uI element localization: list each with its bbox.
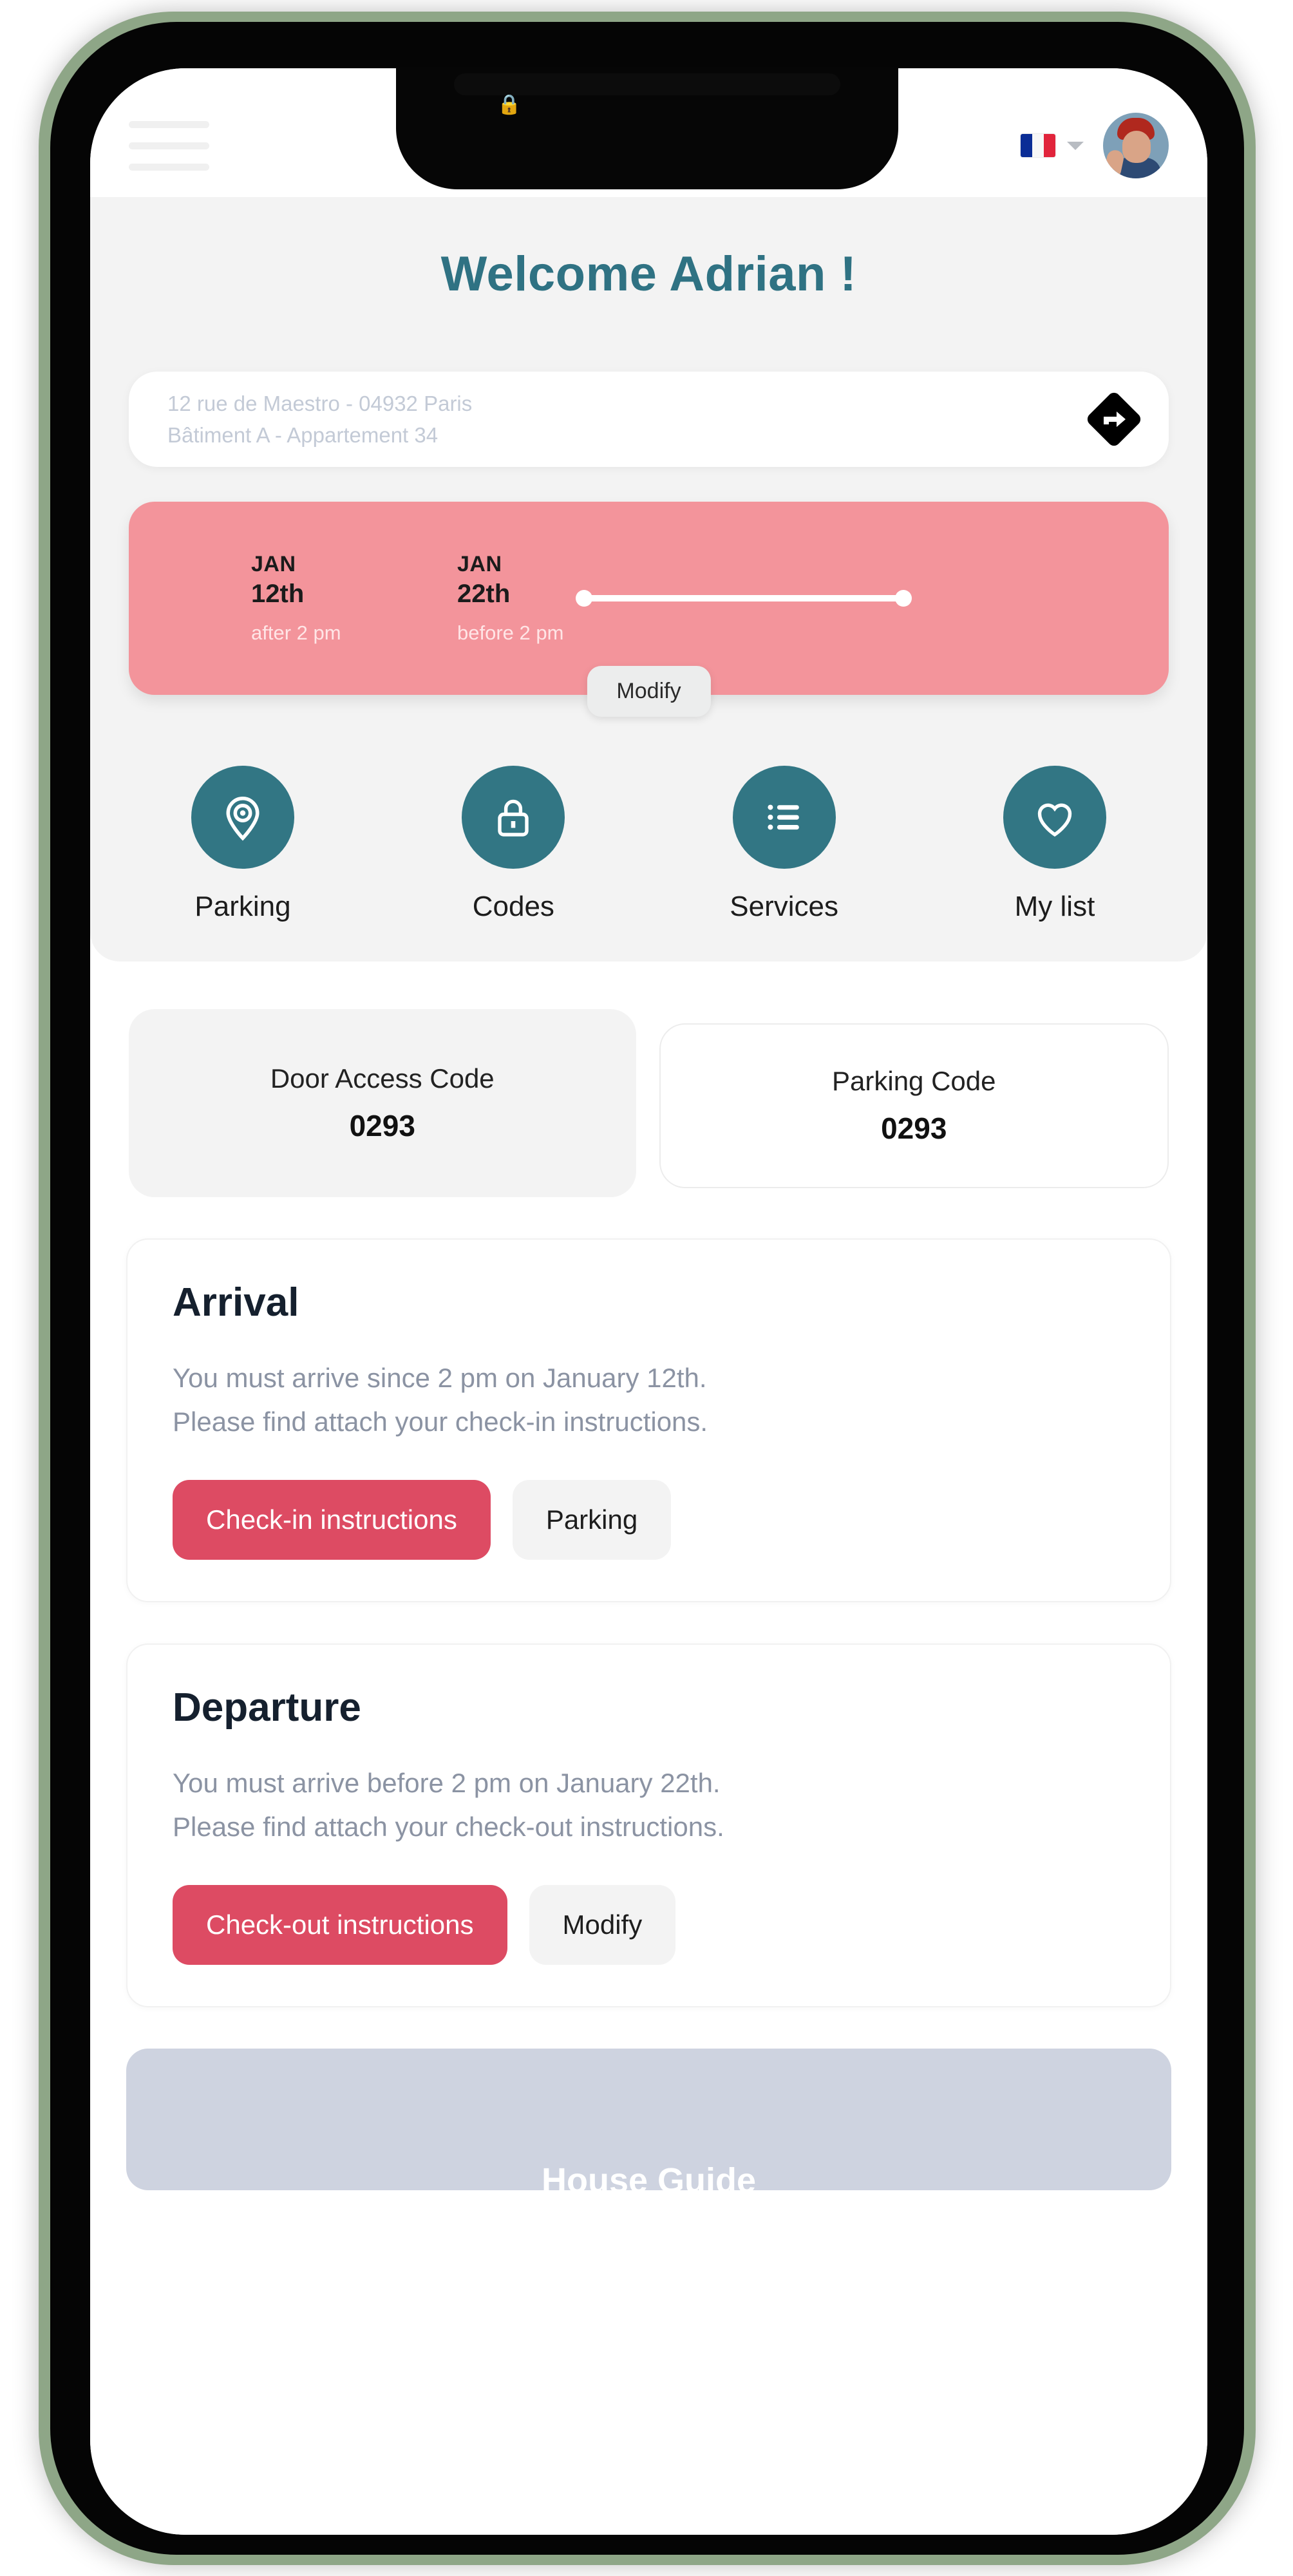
start-month: JAN xyxy=(251,552,296,576)
app-scroll-body: Welcome Adrian ! 12 rue de Maestro - 049… xyxy=(90,197,1207,2535)
stay-range-line xyxy=(576,590,912,607)
phone-screen: Welcome Adrian ! 12 rue de Maestro - 049… xyxy=(90,68,1207,2535)
heart-icon xyxy=(1003,766,1106,869)
phone-frame: Welcome Adrian ! 12 rue de Maestro - 049… xyxy=(39,12,1256,2565)
language-selector[interactable] xyxy=(1021,134,1084,157)
location-pin-icon xyxy=(191,766,294,869)
parking-code-card[interactable]: Parking Code 0293 xyxy=(659,1023,1169,1188)
arrival-buttons: Check-in instructions Parking xyxy=(173,1480,1125,1560)
code-title: Door Access Code xyxy=(270,1063,495,1094)
lock-icon xyxy=(462,766,565,869)
code-value: 0293 xyxy=(349,1109,415,1142)
house-guide-title: House Guide xyxy=(541,2161,757,2201)
header-right-controls xyxy=(1021,113,1169,178)
phone-notch xyxy=(396,67,898,189)
departure-heading: Departure xyxy=(173,1685,361,1730)
end-note: before 2 pm xyxy=(457,621,564,644)
quick-action-services[interactable]: Services xyxy=(678,766,891,923)
hamburger-line xyxy=(129,120,209,128)
stay-start: JAN 12th after 2 pm xyxy=(251,552,444,645)
flag-france-icon xyxy=(1021,134,1055,157)
address-line-1: 12 rue de Maestro - 04932 Paris xyxy=(167,391,473,415)
door-access-code-card[interactable]: Door Access Code 0293 xyxy=(129,1009,636,1197)
end-month: JAN xyxy=(457,552,502,576)
top-panel: Welcome Adrian ! 12 rue de Maestro - 049… xyxy=(90,197,1207,961)
avatar[interactable] xyxy=(1103,113,1169,178)
hamburger-line xyxy=(129,142,209,149)
address-text: 12 rue de Maestro - 04932 Paris Bâtiment… xyxy=(167,388,472,451)
hamburger-menu-icon[interactable] xyxy=(129,120,209,171)
start-note: after 2 pm xyxy=(251,621,341,644)
departure-modify-button[interactable]: Modify xyxy=(529,1885,676,1965)
quick-action-label: Parking xyxy=(194,891,291,922)
quick-action-parking[interactable]: Parking xyxy=(137,766,349,923)
departure-buttons: Check-out instructions Modify xyxy=(173,1885,1125,1965)
quick-actions-row: Parking Codes Services My list xyxy=(137,766,1161,923)
directions-icon[interactable] xyxy=(1084,390,1144,449)
arrival-line-1: You must arrive since 2 pm on January 12… xyxy=(173,1363,707,1393)
quick-action-label: Services xyxy=(730,891,839,922)
modify-dates-button[interactable]: Modify xyxy=(587,666,711,717)
departure-card: Departure You must arrive before 2 pm on… xyxy=(126,1643,1171,2008)
chevron-down-icon xyxy=(1067,141,1084,150)
arrival-parking-button[interactable]: Parking xyxy=(512,1480,672,1560)
departure-line-1: You must arrive before 2 pm on January 2… xyxy=(173,1768,721,1799)
range-dot-start xyxy=(576,590,592,607)
quick-action-my-list[interactable]: My list xyxy=(949,766,1161,923)
lock-status-icon: 🔒 xyxy=(497,94,522,115)
list-icon xyxy=(732,766,836,869)
arrival-text: You must arrive since 2 pm on January 12… xyxy=(173,1356,1125,1444)
range-dot-end xyxy=(895,590,912,607)
arrival-line-2: Please find attach your check-in instruc… xyxy=(173,1406,708,1437)
arrival-card: Arrival You must arrive since 2 pm on Ja… xyxy=(126,1238,1171,1603)
notch-speaker xyxy=(454,73,840,95)
address-card[interactable]: 12 rue de Maestro - 04932 Paris Bâtiment… xyxy=(129,372,1169,467)
end-day: 22th xyxy=(457,580,511,608)
stay-dates-card: JAN 12th after 2 pm JAN 22th before 2 pm… xyxy=(129,502,1169,717)
hamburger-line xyxy=(129,163,209,171)
code-title: Parking Code xyxy=(832,1066,996,1096)
code-value: 0293 xyxy=(881,1112,947,1145)
arrival-heading: Arrival xyxy=(173,1280,299,1325)
quick-action-label: Codes xyxy=(472,891,554,922)
check-in-instructions-button[interactable]: Check-in instructions xyxy=(173,1480,491,1560)
page-title: Welcome Adrian ! xyxy=(440,247,857,301)
quick-action-label: My list xyxy=(1014,891,1095,922)
codes-row: Door Access Code 0293 Parking Code 0293 xyxy=(90,961,1207,1197)
departure-text: You must arrive before 2 pm on January 2… xyxy=(173,1761,1125,1849)
start-day: 12th xyxy=(251,580,305,608)
departure-line-2: Please find attach your check-out instru… xyxy=(173,1812,724,1842)
house-guide-card[interactable]: House Guide xyxy=(126,2049,1171,2200)
address-line-2: Bâtiment A - Appartement 34 xyxy=(167,423,439,447)
check-out-instructions-button[interactable]: Check-out instructions xyxy=(173,1885,507,1965)
quick-action-codes[interactable]: Codes xyxy=(407,766,619,923)
